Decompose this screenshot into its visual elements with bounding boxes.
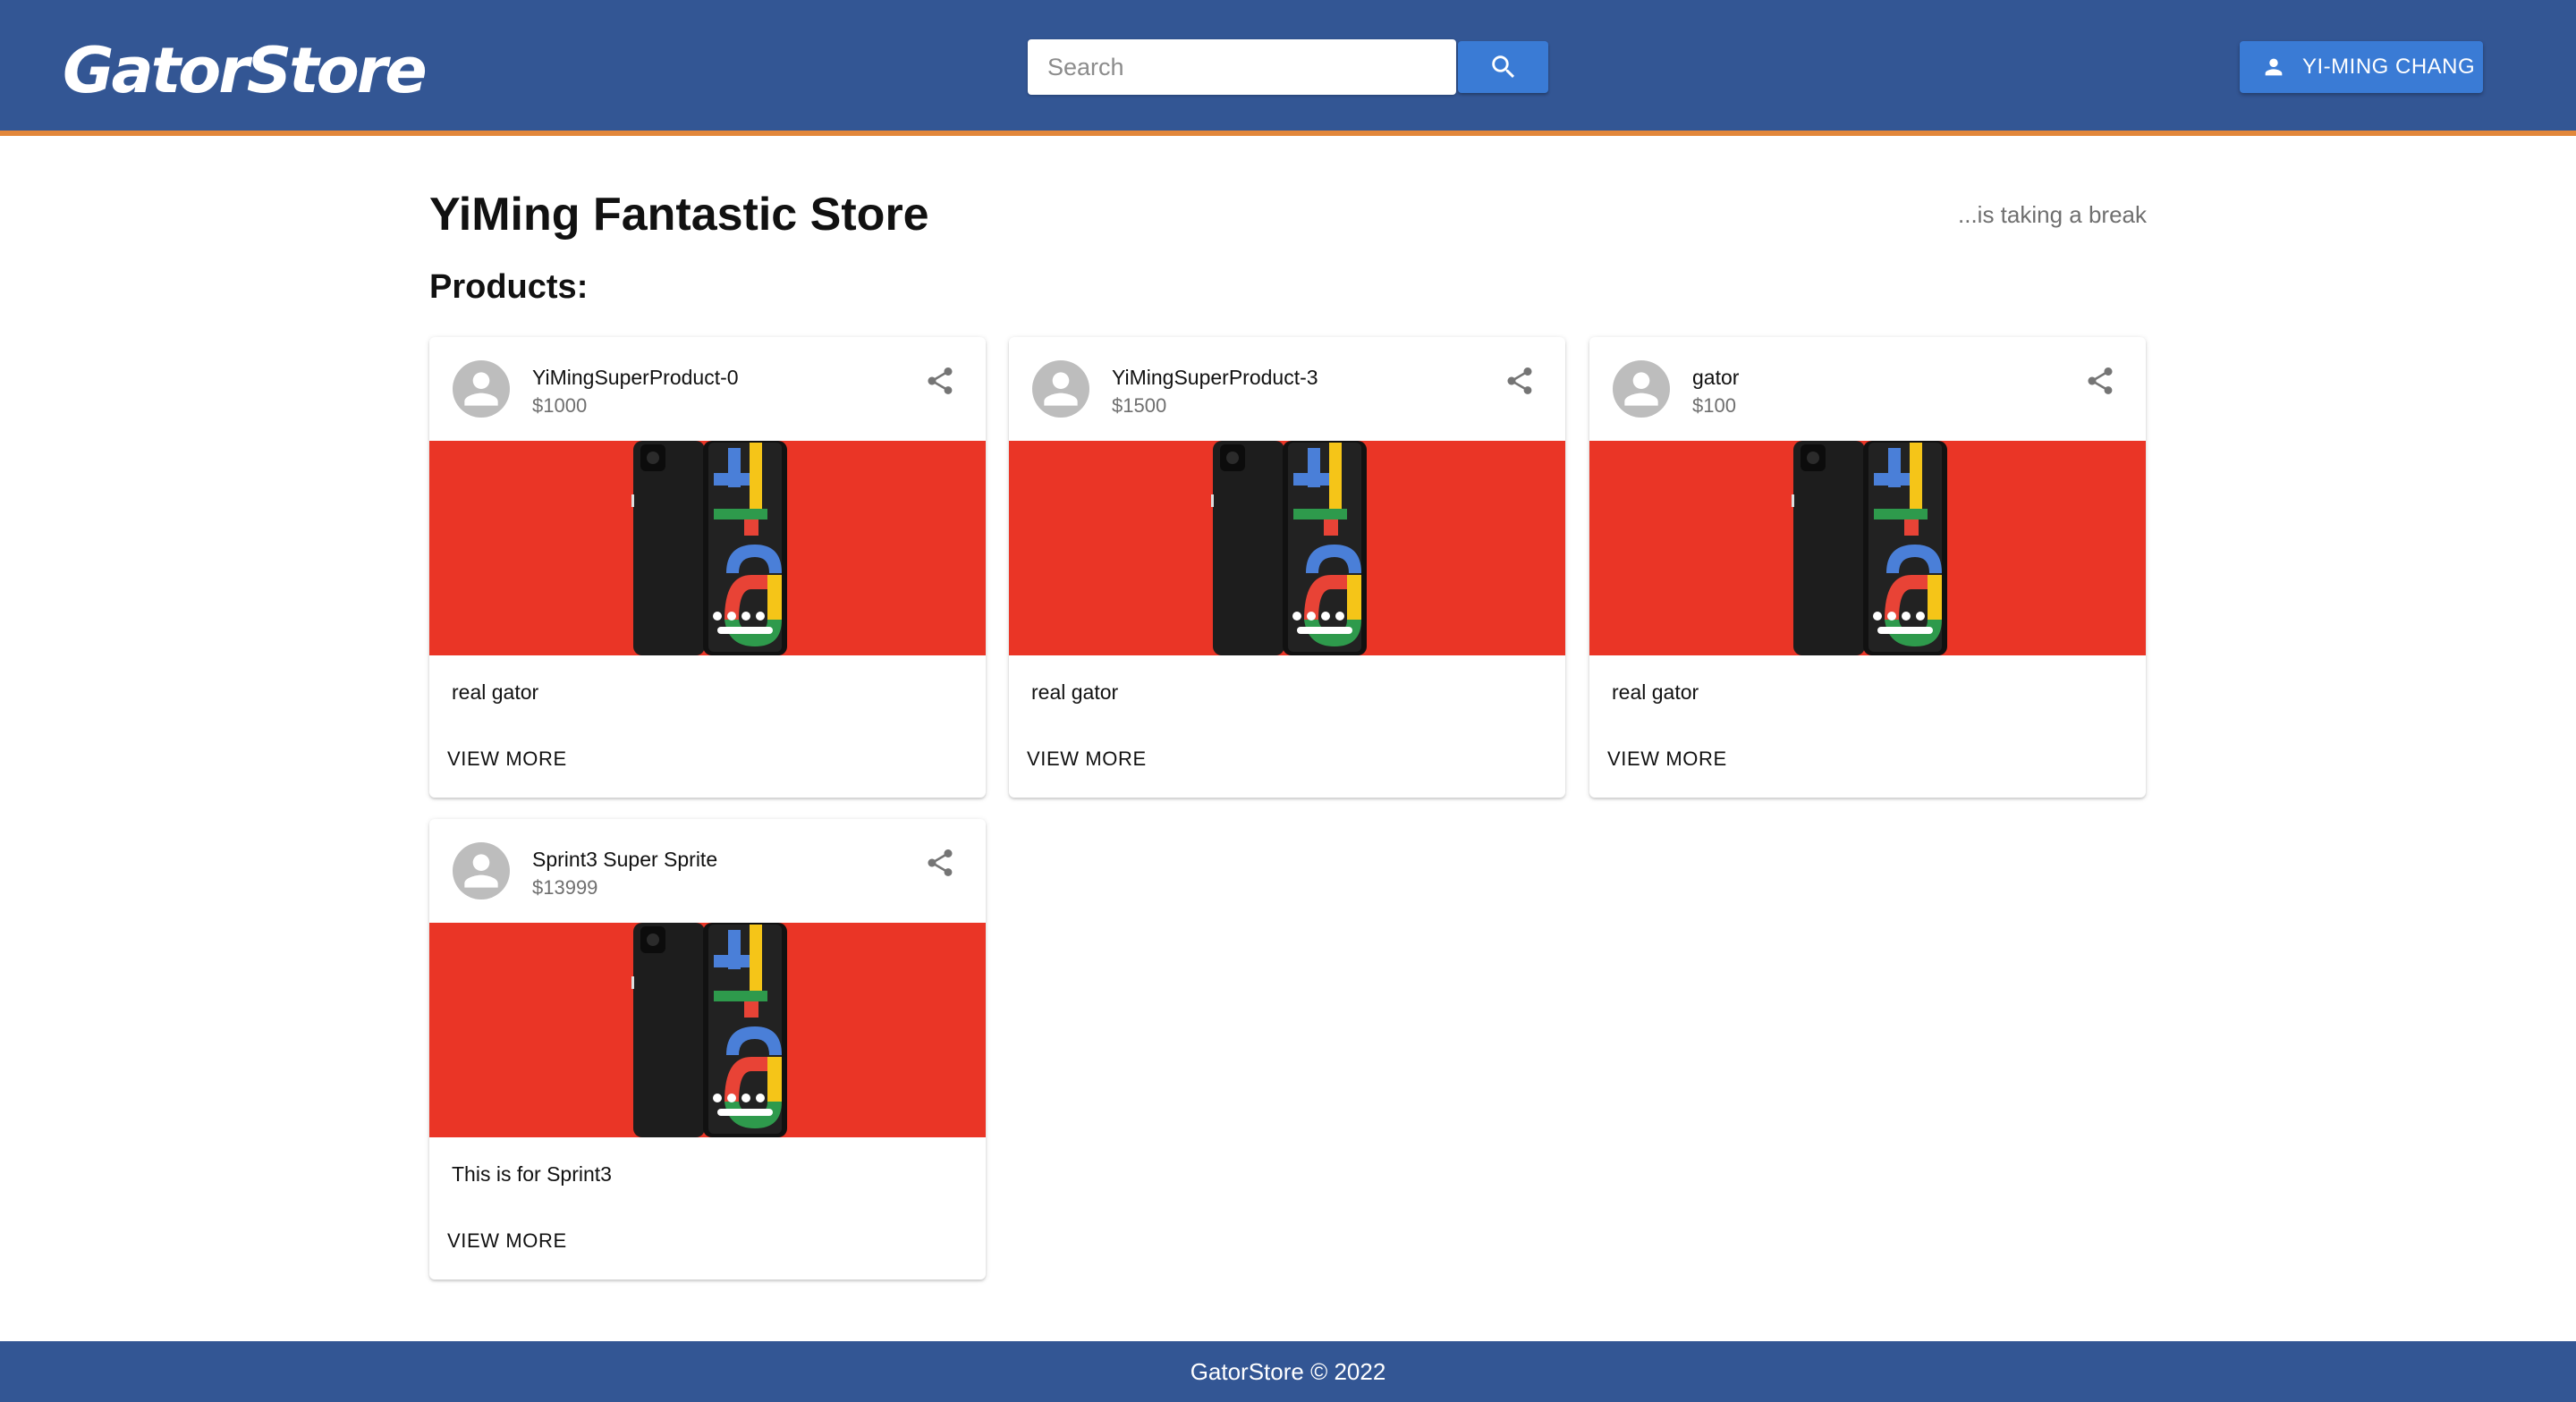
share-button[interactable] bbox=[2080, 360, 2121, 401]
avatar bbox=[453, 360, 510, 418]
phone-image bbox=[1792, 441, 1947, 655]
product-description: real gator bbox=[1031, 680, 1119, 704]
share-icon bbox=[928, 849, 953, 876]
share-button[interactable] bbox=[919, 842, 961, 883]
product-price: $100 bbox=[1692, 394, 1736, 417]
product-title: Sprint3 Super Sprite bbox=[532, 848, 718, 871]
product-description: real gator bbox=[1612, 680, 1699, 704]
product-title: gator bbox=[1692, 366, 1740, 389]
product-card: Sprint3 Super Sprite $13999 This is for … bbox=[429, 819, 986, 1280]
product-title: YiMingSuperProduct-3 bbox=[1112, 366, 1318, 389]
share-button[interactable] bbox=[1499, 360, 1540, 401]
phone-image bbox=[631, 923, 787, 1137]
person-icon bbox=[2265, 58, 2283, 76]
phone-image bbox=[631, 441, 787, 655]
product-price: $13999 bbox=[532, 876, 598, 899]
person-icon bbox=[1624, 372, 1658, 406]
product-price: $1000 bbox=[532, 394, 588, 417]
product-image bbox=[1009, 441, 1565, 655]
product-description: real gator bbox=[452, 680, 539, 704]
product-image bbox=[429, 923, 986, 1137]
person-icon bbox=[464, 372, 498, 406]
user-account-button[interactable]: YI-MING CHANG bbox=[2240, 41, 2483, 93]
product-image bbox=[1589, 441, 2146, 655]
avatar bbox=[1032, 360, 1089, 418]
view-more-button[interactable]: VIEW MORE bbox=[1020, 738, 1154, 781]
store-title: YiMing Fantastic Store bbox=[429, 189, 929, 241]
product-title: YiMingSuperProduct-0 bbox=[532, 366, 739, 389]
share-button[interactable] bbox=[919, 360, 961, 401]
search-bar bbox=[1028, 39, 1548, 95]
person-icon bbox=[1044, 372, 1078, 406]
search-input[interactable] bbox=[1028, 39, 1456, 95]
view-more-button[interactable]: VIEW MORE bbox=[440, 738, 574, 781]
gatorstore-logo[interactable]: GatorStore bbox=[63, 32, 428, 109]
user-name-label: YI-MING CHANG bbox=[2302, 55, 2476, 79]
product-card-header: YiMingSuperProduct-0 $1000 bbox=[429, 337, 986, 441]
product-card: YiMingSuperProduct-3 $1500 real gator VI… bbox=[1009, 337, 1565, 798]
person-icon bbox=[464, 854, 498, 888]
avatar bbox=[1613, 360, 1670, 418]
search-button[interactable] bbox=[1458, 41, 1548, 93]
footer-copyright: GatorStore © 2022 bbox=[1190, 1357, 1386, 1385]
product-card-header: YiMingSuperProduct-3 $1500 bbox=[1009, 337, 1565, 441]
share-icon bbox=[928, 367, 953, 394]
products-heading: Products: bbox=[429, 268, 589, 306]
view-more-button[interactable]: VIEW MORE bbox=[440, 1220, 574, 1263]
share-icon bbox=[2088, 367, 2113, 394]
product-card: gator $100 real gator VIEW MORE bbox=[1589, 337, 2146, 798]
product-description: This is for Sprint3 bbox=[452, 1162, 612, 1186]
store-status: ...is taking a break bbox=[1958, 201, 2147, 228]
view-more-button[interactable]: VIEW MORE bbox=[1600, 738, 1734, 781]
product-card-header: gator $100 bbox=[1589, 337, 2146, 441]
top-app-bar: GatorStore YI-MING CHANG bbox=[0, 0, 2576, 136]
product-card: YiMingSuperProduct-0 $1000 real gator VI… bbox=[429, 337, 986, 798]
phone-image bbox=[1211, 441, 1367, 655]
avatar bbox=[453, 842, 510, 899]
search-icon bbox=[1491, 55, 1514, 79]
product-card-header: Sprint3 Super Sprite $13999 bbox=[429, 819, 986, 923]
footer: GatorStore © 2022 bbox=[0, 1341, 2576, 1402]
share-icon bbox=[1507, 367, 1532, 394]
product-image bbox=[429, 441, 986, 655]
product-price: $1500 bbox=[1112, 394, 1167, 417]
